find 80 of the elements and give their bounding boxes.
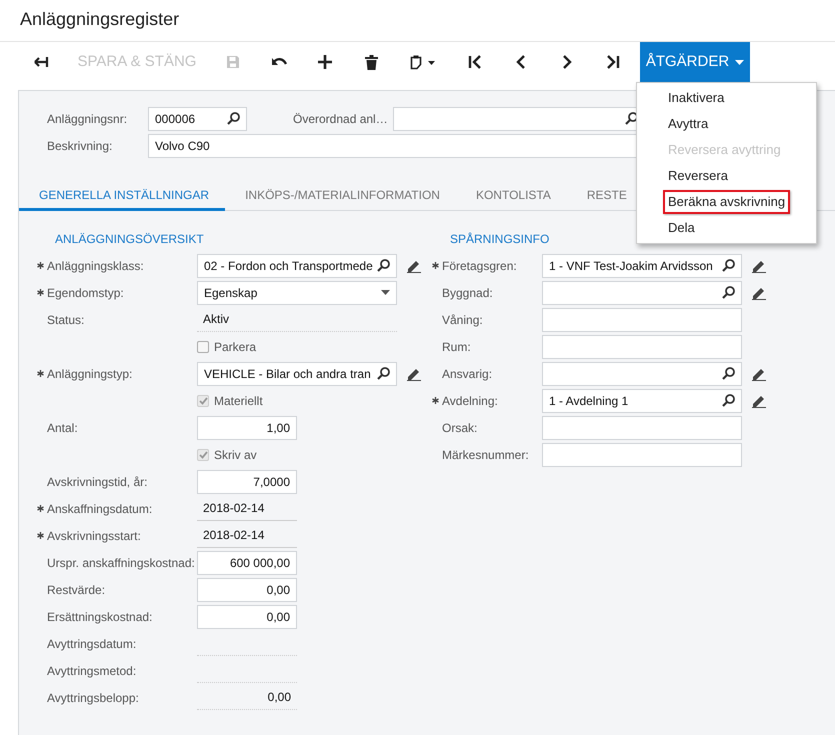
undo-icon [271,56,287,68]
field-label: Avyttringsmetod: [47,662,138,680]
input-field[interactable]: 1,00 [197,416,297,440]
field-value: 0,00 [197,686,297,710]
field-label: Våning: [442,312,484,328]
input-field[interactable] [542,362,742,386]
tab[interactable]: RESTE [566,181,643,211]
input-field[interactable]: 0,00 [197,578,297,602]
search-icon [377,259,390,272]
field-label: Antal: [47,420,79,436]
field-label: Beskrivning: [47,138,114,154]
previous-icon [516,55,526,69]
field-label: Avyttringsdatum: [47,636,138,652]
input-field[interactable]: 0,00 [197,604,297,628]
caret-icon [735,60,744,64]
menu-item[interactable]: Beräkna avskrivning [663,190,790,214]
next-icon [562,55,572,69]
checkbox[interactable] [197,340,209,352]
search-icon [722,259,735,272]
field-label: Företagsgren: [442,258,518,274]
field-label: Avdelning: [442,392,499,410]
field-label: Överordnad anl… [293,110,389,128]
field-label: Orsak: [442,420,478,436]
tab[interactable]: KONTOLISTA [456,181,567,211]
search-icon [227,112,240,125]
input-field[interactable] [542,442,742,466]
field-label: Avyttringsbelopp: [47,690,140,706]
search-icon [722,367,735,380]
input-field[interactable] [542,308,742,332]
actions-button[interactable]: ÅTGÄRDER [640,42,750,82]
input-field[interactable]: 02 - Fordon och Transportmede [197,254,397,278]
search-icon [722,394,735,407]
asset-number-field[interactable]: 000006 [148,106,247,130]
checkbox-label: Skriv av [214,446,257,464]
save-icon [226,55,240,69]
search-icon [625,112,638,125]
field-label: Ansvarig: [442,366,494,382]
back-arrow-icon [33,56,49,68]
tab[interactable]: GENERELLA INSTÄLLNINGAR [19,181,226,211]
input-field[interactable]: 1 - VNF Test-Joakim Arvidsson [542,254,742,278]
field-label: Anläggningsnr: [47,110,128,128]
trash-icon [364,54,378,70]
search-icon [722,286,735,299]
dropdown-field[interactable]: Egenskap [197,280,397,304]
input-field[interactable]: 7,0000 [197,470,297,494]
field-label: Byggnad: [442,284,494,302]
input-field[interactable]: 1 - Avdelning 1 [542,388,742,412]
first-record-icon [468,55,482,69]
field-label: Anläggningsklass: [47,258,145,274]
field-label: Avskrivningstid, år: [47,474,148,490]
input-field[interactable] [542,416,742,440]
clipboard-icon [410,54,436,70]
field-label: Anläggningstyp: [47,366,134,382]
field-label: Restvärde: [47,582,106,598]
section-heading: ANLÄGGNINGSÖVERSIKT [55,230,204,248]
last-record-icon [606,55,620,69]
tab[interactable]: INKÖPS-/MATERIALINFORMATION [225,181,456,211]
field-label: Egendomstyp: [47,284,125,302]
field-label: Status: [47,312,86,328]
search-icon [377,367,390,380]
field-label: Märkesnummer: [442,446,530,464]
input-field[interactable]: VEHICLE - Bilar och andra tran [197,362,397,386]
field-label: Rum: [442,338,472,356]
caret-icon [381,290,390,295]
input-field[interactable] [542,280,742,304]
field-value: 2018-02-14 [197,496,297,520]
field-label: Ersättningskostnad: [47,608,154,626]
input-field[interactable] [542,334,742,358]
add-icon [318,55,332,69]
input-field[interactable]: 600 000,00 [197,550,297,574]
field-value: Aktiv [197,308,397,332]
checkbox-label: Materiellt [214,392,263,410]
section-heading: SPÅRNINGSINFO [450,230,550,248]
field-label: Avskrivningsstart: [47,528,142,544]
check-icon [198,450,208,458]
field-value: 2018-02-14 [197,524,297,548]
checkbox-label: Parkera [214,338,256,356]
field-label: Urspr. anskaffningskostnad: [47,554,196,572]
check-icon [198,396,208,404]
field-label: Anskaffningsdatum: [47,500,154,518]
